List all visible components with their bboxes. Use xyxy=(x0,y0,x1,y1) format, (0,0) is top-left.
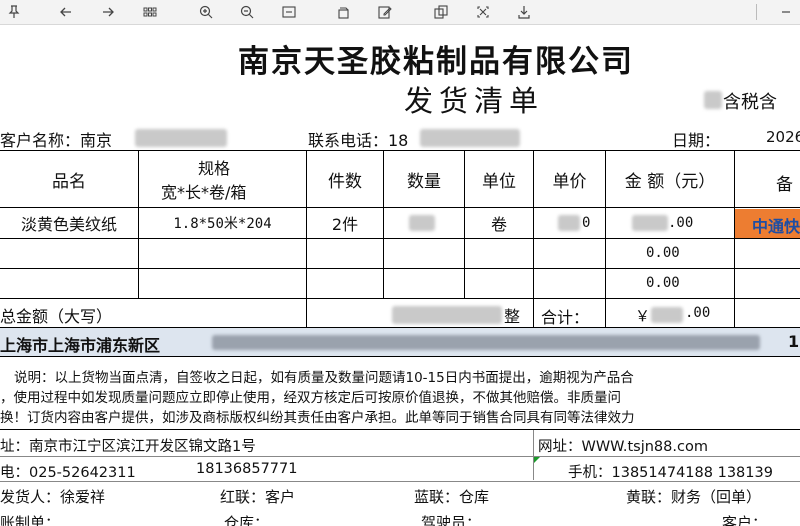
notes-bottom xyxy=(0,429,800,430)
row1-price-tail: 0 xyxy=(582,215,591,231)
company-telephone: 电：025-52642311 xyxy=(0,465,136,481)
header-unit-price: 单价 xyxy=(552,171,587,192)
company-title: 南京天圣胶粘制品有限公司 xyxy=(238,44,634,80)
crop-icon[interactable] xyxy=(473,2,493,22)
edit-icon[interactable] xyxy=(375,2,395,22)
pin-icon[interactable] xyxy=(4,2,24,22)
header-amount: 金 额（元） xyxy=(624,171,716,192)
shipper: 发货人：徐爱祥 xyxy=(0,488,106,506)
zoom-out-icon[interactable] xyxy=(237,2,257,22)
redacted-amount xyxy=(632,215,668,231)
table-row-line xyxy=(0,268,800,269)
blue-copy-label: 蓝联：仓库 xyxy=(414,488,490,506)
date-label: 日期： xyxy=(672,131,721,150)
redacted-block xyxy=(704,91,722,109)
yellow-copy-label: 黄联：财务（回单） xyxy=(626,488,762,506)
total-amount-label: 总金额（大写） xyxy=(0,307,113,326)
row1-pieces: 2件 xyxy=(331,215,359,234)
redacted-sum xyxy=(651,307,683,323)
contact-phone-label: 联系电话：18 xyxy=(308,131,409,150)
company-telephone-2: 18136857771 xyxy=(196,461,298,477)
redacted-customer-name xyxy=(135,129,227,147)
company-mobile: 手机：13851474188 138139 xyxy=(568,465,773,481)
customer-name-label: 客户名称：南京 xyxy=(0,131,113,150)
sum-label: 合计： xyxy=(541,308,590,327)
header-unit: 单位 xyxy=(482,171,516,192)
tax-note: 含税含 xyxy=(723,92,777,113)
date-value: 2026 xyxy=(766,128,800,146)
table-row-line xyxy=(0,238,800,239)
customer-sign: 客户： xyxy=(722,514,768,526)
warehouse-sign: 仓库： xyxy=(224,514,270,526)
notes-line-2: ，使用过程中如发现质量问题应立即停止使用，经双方核定后可按原价值退换，不做其他赔… xyxy=(0,390,621,406)
row1-unit: 卷 xyxy=(490,215,507,234)
header-spec: 规格 xyxy=(198,159,231,178)
delivery-address: 上海市上海市浦东新区 xyxy=(0,336,161,355)
fit-page-icon[interactable] xyxy=(279,2,299,22)
info-col-divider xyxy=(533,430,534,480)
banner-tail: 1 xyxy=(788,332,800,351)
rotate-icon[interactable] xyxy=(334,2,354,22)
grid-icon[interactable] xyxy=(140,2,160,22)
document-sheet: 南京天圣胶粘制品有限公司 发货清单 含税含 客户名称：南京 联系电话：18 日期… xyxy=(0,24,800,526)
export-icon[interactable] xyxy=(514,2,534,22)
cell-comment-marker xyxy=(534,457,540,463)
notes-line-3: 换！订货内容由客户提供，如涉及商标版权纠纷其责任由客户承担。此单等同于销售合同具… xyxy=(0,410,635,426)
red-copy-label: 红联：客户 xyxy=(220,488,296,506)
row2-amount: 0.00 xyxy=(646,245,680,261)
row1-product-name: 淡黄色美纹纸 xyxy=(20,215,117,234)
viewer-toolbar xyxy=(0,0,800,25)
company-website: 网址：WWW.tsjn88.com xyxy=(538,439,708,455)
redacted-address xyxy=(212,335,760,350)
sum-currency: ￥ xyxy=(635,307,651,325)
toolbar-divider xyxy=(756,4,757,20)
redacted-unit-price xyxy=(558,215,580,231)
header-quantity: 数量 xyxy=(407,171,441,192)
redacted-quantity xyxy=(409,215,435,231)
company-address: 址：南京市江宁区滨江开发区锦文路1号 xyxy=(0,439,256,455)
redacted-phone xyxy=(420,129,520,147)
more-icon[interactable] xyxy=(776,2,796,22)
total-suffix: 整 xyxy=(504,307,521,326)
forward-icon[interactable] xyxy=(98,2,118,22)
info-divider xyxy=(0,456,800,457)
document-maker: 账制单： xyxy=(0,514,61,526)
table-row-line xyxy=(0,298,800,299)
header-spec-detail: 宽*长*卷/箱 xyxy=(161,183,247,202)
row1-remark: 中通快 xyxy=(752,217,800,236)
redacted-total-words xyxy=(392,306,502,324)
document-subtitle: 发货清单 xyxy=(404,84,545,118)
header-pieces: 件数 xyxy=(328,171,362,192)
copy-icon[interactable] xyxy=(431,2,451,22)
row1-amount-tail: .00 xyxy=(668,215,694,231)
info-divider xyxy=(0,481,800,482)
driver-sign: 驾驶员： xyxy=(421,514,482,526)
header-product-name: 品名 xyxy=(52,171,86,192)
header-remark: 备 xyxy=(776,175,793,195)
back-icon[interactable] xyxy=(56,2,76,22)
banner-bottom xyxy=(0,356,800,357)
row1-spec: 1.8*50米*204 xyxy=(173,216,272,232)
row3-amount: 0.00 xyxy=(646,275,680,291)
col-line xyxy=(734,150,735,327)
notes-line-1: 说明：以上货物当面点清，自签收之日起，如有质量及数量问题请10-15日内书面提出… xyxy=(14,370,634,386)
sum-tail: .00 xyxy=(685,305,711,321)
zoom-in-icon[interactable] xyxy=(196,2,216,22)
